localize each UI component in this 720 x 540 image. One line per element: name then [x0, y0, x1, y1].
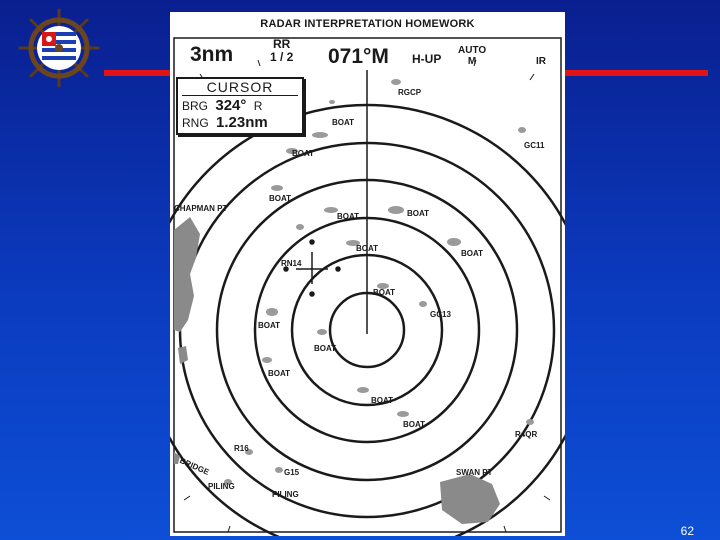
cursor-readout: CURSOR BRG 324° R RNG 1.23nm [176, 77, 304, 135]
cursor-divider [182, 95, 298, 96]
mark-r4qr: R4QR [515, 430, 538, 439]
cursor-bearing-row: BRG 324° R [182, 97, 262, 114]
mark-r16: R16 [234, 444, 249, 453]
radar-homework-sheet: RADAR INTERPRETATION HOMEWORK 3nm RR 1 /… [170, 12, 565, 536]
boat-label: BOAT [332, 118, 355, 127]
mark-gc13: GC13 [430, 310, 451, 319]
ships-wheel-logo [18, 8, 100, 88]
cursor-cross [283, 239, 341, 297]
cursor-range-row: RNG 1.23nm [182, 114, 268, 131]
orientation-mode: H-UP [412, 52, 442, 66]
mark-chapman-pt: CHAPMAN PT [174, 204, 228, 213]
bearing-label: BRG [182, 99, 209, 113]
boat-label: BOAT [403, 420, 426, 429]
mark-gc11: GC11 [524, 141, 545, 150]
swan-point-land [440, 474, 500, 524]
boat-label: BOAT [337, 212, 360, 221]
boat-label: BOAT [268, 369, 291, 378]
homework-title: RADAR INTERPRETATION HOMEWORK [260, 18, 475, 30]
boat-label: BOAT [407, 209, 430, 218]
boat-label: BOAT [373, 288, 396, 297]
gain-mode-label: AUTO [458, 45, 487, 56]
boat-label: BOAT [371, 396, 394, 405]
chapman-point-land [174, 217, 200, 332]
mark-rgcp: RGCP [398, 88, 422, 97]
boat-label: BOAT [461, 249, 484, 258]
range-rings-indicator: RR 1 / 2 [270, 38, 293, 64]
mark-piling-2: PILING [272, 490, 299, 499]
range-value: 1.23nm [216, 114, 268, 131]
mark-swan-pt: SWAN PT [456, 468, 493, 477]
mark-g15: G15 [284, 468, 300, 477]
page-number: 62 [680, 524, 694, 538]
heading-readout: 071°M [328, 45, 389, 68]
range-rings-value: 1 / 2 [270, 50, 294, 64]
boat-label: BOAT [314, 344, 337, 353]
range-scale: 3nm [190, 43, 234, 66]
gain-mode: AUTO M [458, 45, 486, 67]
boat-label: BOAT [356, 244, 379, 253]
cursor-title: CURSOR [206, 79, 274, 95]
boat-label: BOAT [292, 149, 315, 158]
mark-rn14: RN14 [281, 259, 302, 268]
boat-label: BOAT [258, 321, 281, 330]
boat-label: BOAT [269, 194, 292, 203]
bearing-reference: R [253, 99, 263, 113]
gain-mode-sub: M [467, 56, 477, 67]
mark-piling-1: PILING [208, 482, 235, 491]
range-label: RNG [182, 116, 209, 130]
ir-indicator: IR [536, 56, 546, 67]
bearing-value: 324° [215, 97, 247, 114]
